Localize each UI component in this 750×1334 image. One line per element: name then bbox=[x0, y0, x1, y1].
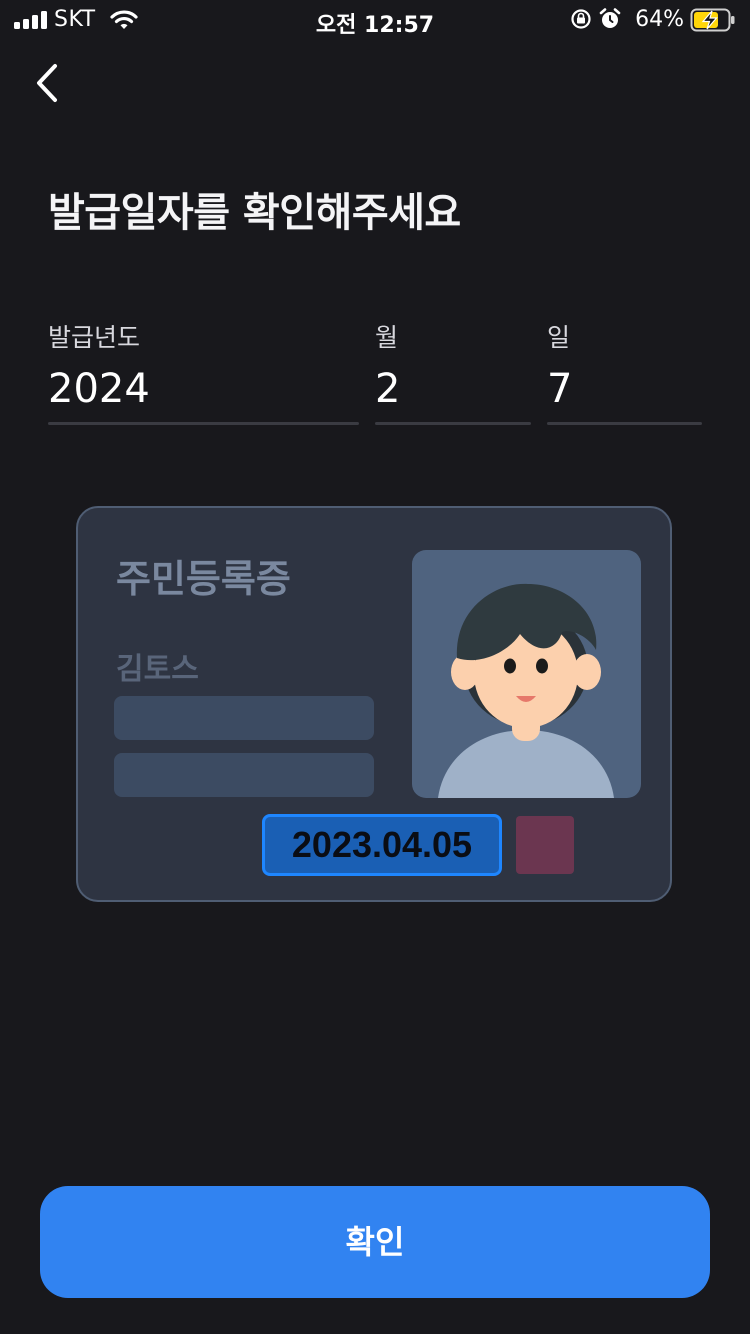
card-placeholder-bar bbox=[114, 696, 374, 740]
month-field[interactable]: 월 2 bbox=[375, 318, 531, 425]
year-value[interactable]: 2024 bbox=[48, 360, 359, 418]
rotation-lock-icon bbox=[571, 9, 591, 29]
day-underline bbox=[547, 422, 702, 425]
day-value[interactable]: 7 bbox=[547, 360, 702, 418]
card-photo bbox=[412, 550, 641, 798]
month-underline bbox=[375, 422, 531, 425]
back-button[interactable] bbox=[28, 60, 72, 106]
day-label: 일 bbox=[547, 323, 571, 352]
card-name: 김토스 bbox=[116, 652, 199, 687]
alarm-icon bbox=[599, 8, 621, 28]
chevron-left-icon bbox=[37, 64, 57, 102]
battery-charging-icon bbox=[690, 8, 735, 32]
month-value[interactable]: 2 bbox=[375, 360, 531, 418]
page-title: 발급일자를 확인해주세요 bbox=[48, 190, 461, 236]
person-avatar-icon bbox=[438, 583, 614, 798]
card-title: 주민등록증 bbox=[116, 557, 291, 601]
year-field[interactable]: 발급년도 2024 bbox=[48, 318, 359, 425]
id-card-illustration: 주민등록증 김토스 2023.04.05 bbox=[76, 506, 672, 902]
card-placeholder-bar bbox=[114, 753, 374, 797]
year-label: 발급년도 bbox=[48, 323, 141, 352]
year-underline bbox=[48, 422, 359, 425]
day-field[interactable]: 일 7 bbox=[547, 318, 702, 425]
card-stamp bbox=[516, 816, 574, 874]
status-bar: SKT 오전 12:57 64% bbox=[0, 0, 750, 40]
confirm-button[interactable]: 확인 bbox=[40, 1186, 710, 1298]
month-label: 월 bbox=[375, 323, 399, 352]
battery-percent: 64% bbox=[635, 7, 684, 32]
card-issue-date-highlight: 2023.04.05 bbox=[262, 814, 502, 876]
